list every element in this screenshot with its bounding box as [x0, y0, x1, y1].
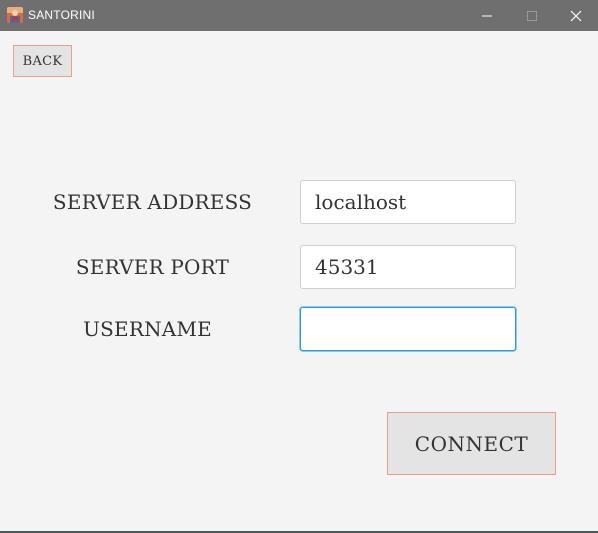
username-label: USERNAME — [83, 317, 212, 341]
app-window: SANTORINI BACK SERVER ADDRESS localhost … — [0, 0, 598, 533]
server-port-field[interactable]: 45331 — [300, 245, 516, 289]
minimize-icon — [481, 15, 492, 16]
close-button[interactable] — [553, 0, 598, 31]
maximize-button[interactable] — [509, 0, 554, 31]
back-button[interactable]: BACK — [13, 45, 72, 77]
title-bar[interactable]: SANTORINI — [0, 0, 598, 31]
window-title: SANTORINI — [28, 8, 95, 22]
username-field[interactable] — [300, 307, 516, 351]
server-address-field[interactable]: localhost — [300, 180, 516, 224]
connect-button[interactable]: CONNECT — [387, 412, 556, 475]
santorini-app-icon — [7, 7, 23, 23]
minimize-button[interactable] — [464, 0, 509, 31]
close-icon — [570, 10, 581, 21]
maximize-icon — [526, 10, 537, 21]
server-port-label: SERVER PORT — [75, 255, 230, 279]
server-address-label: SERVER ADDRESS — [52, 190, 253, 214]
